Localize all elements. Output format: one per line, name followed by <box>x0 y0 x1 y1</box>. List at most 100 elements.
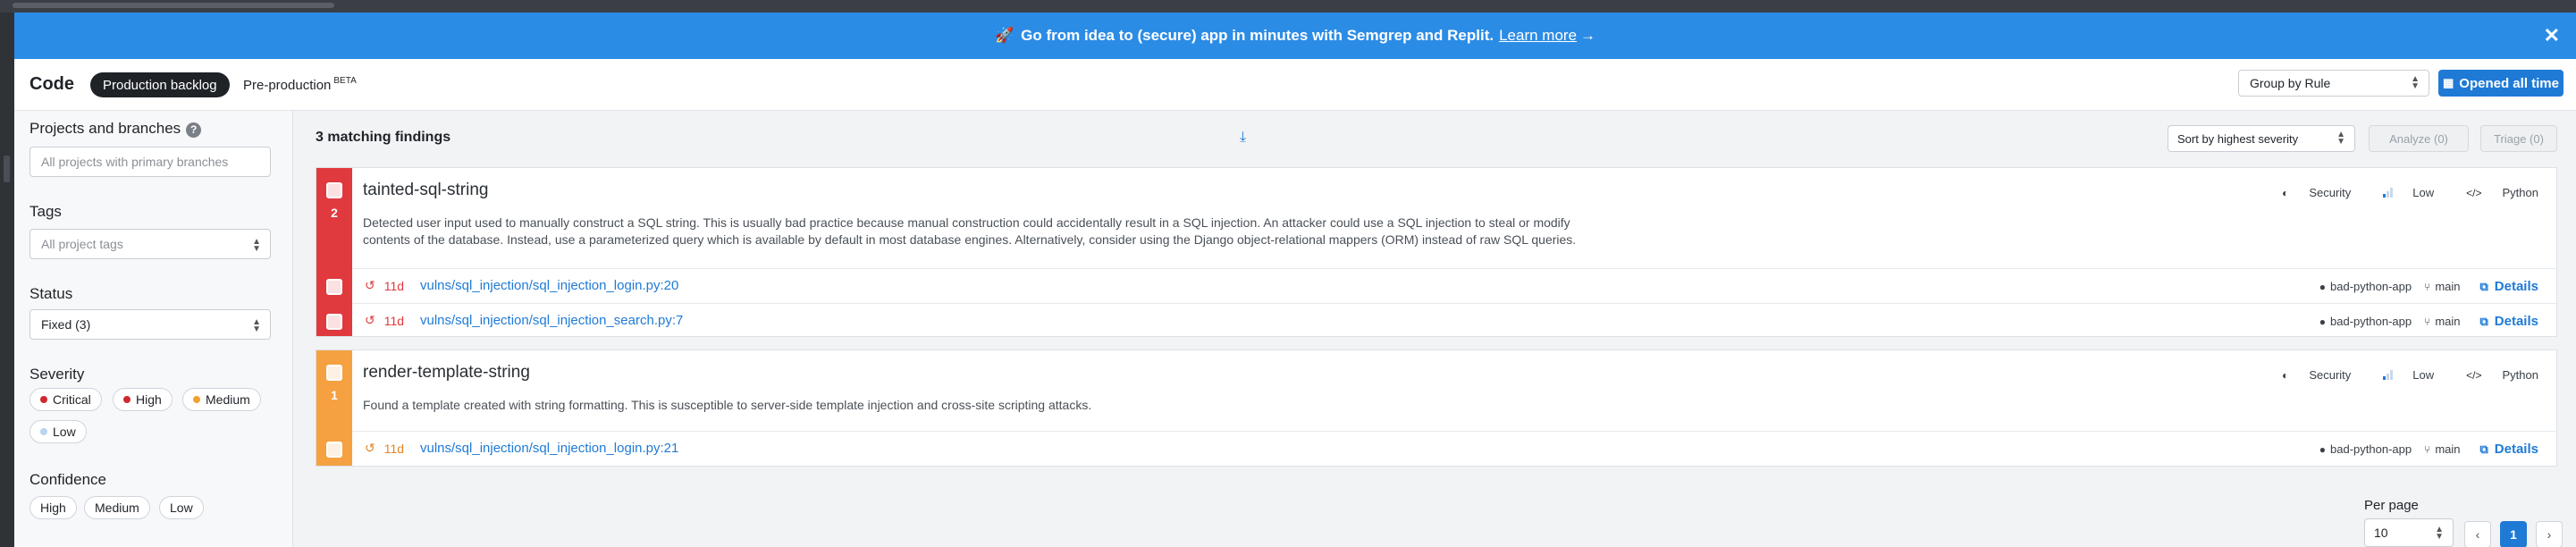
group-checkbox[interactable] <box>326 365 342 381</box>
opened-all-time-button[interactable]: ▦ Opened all time <box>2438 70 2563 97</box>
findings-main: 3 matching findings ⤓ Sort by highest se… <box>294 111 2576 547</box>
rule-name[interactable]: tainted-sql-string <box>363 181 488 200</box>
browser-tab-strip <box>13 3 334 8</box>
confidence-label: Low <box>2412 368 2435 382</box>
status-value: Fixed (3) <box>41 317 91 332</box>
finding-row-meta: ● bad-python-app ⑂ main ⧉ Details <box>2319 279 2538 294</box>
group-by-select[interactable]: Group by Rule ▲ ▼ <box>2238 70 2429 97</box>
age-label: 11d <box>383 278 405 293</box>
confidence-low-pill[interactable]: Low <box>159 496 204 519</box>
category-label: Security <box>2309 186 2352 199</box>
page-1-button[interactable]: 1 <box>2500 521 2527 547</box>
close-icon[interactable]: ✕ <box>2544 24 2560 47</box>
help-icon[interactable]: ? <box>186 122 202 138</box>
rule-meta: ◐ Security Low </> Python <box>2250 368 2538 382</box>
critical-dot-icon <box>40 396 47 403</box>
language-label: Python <box>2502 186 2538 199</box>
status-label: Status <box>29 285 73 302</box>
row-checkbox[interactable] <box>326 442 342 458</box>
severity-low-pill[interactable]: Low <box>29 420 87 443</box>
severity-label: Severity <box>29 366 85 383</box>
analyze-button[interactable]: Analyze (0) <box>2369 125 2469 152</box>
learn-more-link[interactable]: Learn more <box>1499 27 1577 45</box>
row-checkbox[interactable] <box>326 314 342 330</box>
tab-production-backlog[interactable]: Production backlog <box>90 72 230 97</box>
per-page-label: Per page <box>2364 498 2419 513</box>
language-tag: </> Python <box>2450 186 2538 199</box>
triage-button[interactable]: Triage (0) <box>2480 125 2557 152</box>
rule-description: Detected user input used to manually con… <box>363 215 1686 248</box>
finding-group-card: 1 render-template-string Found a templat… <box>316 349 2557 467</box>
finding-age: ↺ 11d <box>365 313 404 328</box>
finding-path-link[interactable]: vulns/sql_injection/sql_injection_login.… <box>420 278 678 293</box>
prev-page-button[interactable]: ‹ <box>2464 521 2491 547</box>
group-by-value: Group by Rule <box>2250 76 2331 90</box>
pill-label: Medium <box>206 392 250 407</box>
per-page-value: 10 <box>2374 526 2388 540</box>
row-checkbox[interactable] <box>326 279 342 295</box>
select-caret-icon: ▲ ▼ <box>2435 525 2444 542</box>
pill-label: Low <box>53 425 76 439</box>
group-checkbox[interactable] <box>326 182 342 198</box>
download-icon[interactable]: ⤓ <box>1240 130 1246 146</box>
high-dot-icon <box>123 396 130 403</box>
shield-icon: ◐ <box>2282 186 2289 199</box>
language-label: Python <box>2502 368 2538 382</box>
projects-label-text: Projects and branches <box>29 120 181 137</box>
finding-row[interactable]: ↺ 11d vulns/sql_injection/sql_injection_l… <box>352 431 2556 465</box>
age-label: 11d <box>383 441 405 456</box>
tab-pre-production[interactable]: Pre-production BETA <box>231 72 369 97</box>
repo-label: bad-python-app <box>2330 280 2412 293</box>
finding-path-link[interactable]: vulns/sql_injection/sql_injection_login.… <box>420 441 678 456</box>
confidence-high-pill[interactable]: High <box>29 496 77 519</box>
finding-row[interactable]: ↺ 11d vulns/sql_injection/sql_injection_l… <box>352 268 2556 302</box>
per-page-select[interactable]: 10 ▲ ▼ <box>2364 518 2454 547</box>
confidence-label: Confidence <box>29 471 107 488</box>
branch-icon: ⑂ <box>2424 315 2431 328</box>
confidence-tag: Low <box>2367 368 2434 382</box>
history-icon: ↺ <box>365 278 375 292</box>
history-icon: ↺ <box>365 441 375 455</box>
history-icon: ↺ <box>365 313 375 327</box>
details-button[interactable]: ⧉ Details <box>2480 279 2539 294</box>
rule-meta: ◐ Security Low </> Python <box>2250 186 2538 199</box>
sort-select[interactable]: Sort by highest severity ▲ ▼ <box>2168 125 2355 152</box>
rule-name[interactable]: render-template-string <box>363 363 530 383</box>
projects-input[interactable]: All projects with primary branches <box>29 147 271 177</box>
rail-handle[interactable] <box>4 156 10 182</box>
select-caret-icon: ▲ ▼ <box>252 317 261 334</box>
finding-group-card: 2 tainted-sql-string Detected user input… <box>316 167 2557 337</box>
code-icon: </> <box>2466 368 2482 382</box>
severity-high-pill[interactable]: High <box>113 388 173 411</box>
details-label: Details <box>2494 442 2538 457</box>
rule-description-line: Detected user input used to manually con… <box>363 215 1570 230</box>
confidence-medium-pill[interactable]: Medium <box>84 496 150 519</box>
branch-label: main <box>2435 442 2461 456</box>
pill-label: Medium <box>95 501 139 515</box>
tab-label: Production backlog <box>103 77 217 93</box>
pill-label: High <box>40 501 66 515</box>
finding-path-link[interactable]: vulns/sql_injection/sql_injection_search… <box>420 313 683 328</box>
details-label: Details <box>2494 279 2538 294</box>
projects-label: Projects and branches? <box>29 120 202 138</box>
page-title: Code <box>29 74 74 94</box>
status-select[interactable]: Fixed (3) ▲ ▼ <box>29 309 271 340</box>
severity-medium-pill[interactable]: Medium <box>182 388 261 411</box>
medium-dot-icon <box>193 396 200 403</box>
details-button[interactable]: ⧉ Details <box>2480 314 2539 329</box>
finding-row[interactable]: ↺ 11d vulns/sql_injection/sql_injection_s… <box>352 303 2556 337</box>
details-button[interactable]: ⧉ Details <box>2480 442 2539 457</box>
finding-age: ↺ 11d <box>365 278 404 293</box>
pill-label: High <box>136 392 162 407</box>
tags-select[interactable]: All project tags ▲ ▼ <box>29 229 271 259</box>
finding-age: ↺ 11d <box>365 441 404 456</box>
page-header: Code Production backlog Pre-production BE… <box>14 59 2576 111</box>
rule-description-line: contents of the database. Instead, use a… <box>363 232 1577 247</box>
rocket-icon: 🚀 <box>994 27 1014 44</box>
calendar-icon: ▦ <box>2443 76 2454 89</box>
github-icon: ● <box>2319 315 2327 328</box>
analyze-label: Analyze (0) <box>2389 131 2448 146</box>
tags-label: Tags <box>29 203 62 220</box>
next-page-button[interactable]: › <box>2536 521 2563 547</box>
severity-critical-pill[interactable]: Critical <box>29 388 102 411</box>
